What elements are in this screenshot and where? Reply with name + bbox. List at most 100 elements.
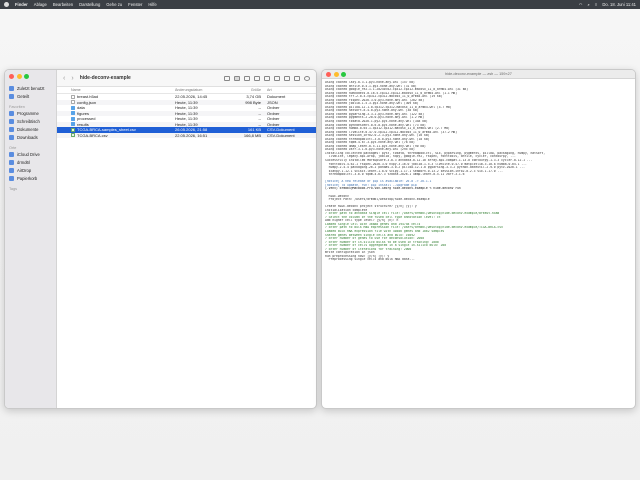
menu-hilfe[interactable]: Hilfe bbox=[148, 2, 156, 7]
file-row[interactable]: results Heute, 11:39 -- Ordner bbox=[57, 121, 316, 127]
file-list: breast.h5ad 22.05.2026, 14:45 3,74 GB Dokum… bbox=[57, 94, 316, 138]
sidebar-heading: Tags bbox=[9, 187, 18, 191]
file-kind: CSV-Dokument bbox=[267, 127, 295, 133]
sidebar-item-icon bbox=[9, 159, 14, 165]
sidebar-item-icon bbox=[9, 118, 14, 124]
file-row[interactable]: processed Heute, 11:39 -- Ordner bbox=[57, 116, 316, 122]
sidebar-item-icon bbox=[9, 110, 14, 116]
menu-fenster[interactable]: Fenster bbox=[128, 2, 142, 7]
list-view-icon[interactable] bbox=[234, 75, 240, 81]
file-date: 22.05.2026, 16:51 bbox=[175, 132, 208, 138]
file-kind: Ordner bbox=[267, 116, 280, 122]
sidebar-item-icon bbox=[9, 175, 14, 181]
sidebar-item-icon bbox=[9, 134, 14, 140]
sidebar-item-label: Downloads bbox=[17, 134, 38, 140]
search-icon[interactable] bbox=[304, 75, 310, 81]
gallery-view-icon[interactable] bbox=[254, 75, 260, 81]
file-row[interactable]: TCGA-BRCA.csv 22.05.2026, 16:51 166,8 MB CS… bbox=[57, 132, 316, 138]
file-row[interactable]: breast.h5ad 22.05.2026, 14:45 3,74 GB Dokum… bbox=[57, 94, 316, 100]
close-button[interactable] bbox=[9, 74, 14, 79]
zoom-button[interactable] bbox=[341, 72, 346, 77]
file-date: 22.05.2026, 14:45 bbox=[175, 94, 208, 100]
file-name-cell: config.json bbox=[57, 100, 175, 105]
file-size: -- bbox=[258, 116, 261, 122]
menubar-clock[interactable]: Do. 18. Juni 11:41 bbox=[602, 2, 636, 7]
sidebar-item[interactable]: Geteilt bbox=[5, 92, 56, 100]
file-name-cell: figures bbox=[57, 111, 175, 116]
file-row[interactable]: config.json Heute, 11:39 998 Byte JSON bbox=[57, 99, 316, 105]
sidebar-item-label: AirDrop bbox=[17, 167, 32, 173]
wifi-icon[interactable]: ◠ bbox=[579, 2, 583, 7]
file-name-cell: TCGA-BRCA.csv bbox=[57, 133, 175, 138]
col-kind[interactable]: Art bbox=[265, 88, 305, 92]
sidebar-item[interactable]: drmd6l bbox=[5, 158, 56, 166]
column-header: Name Änderungsdatum Größe Art bbox=[57, 87, 316, 94]
terminal-window: hide-deconv-example — zsh — 159×27 Using… bbox=[321, 69, 636, 409]
sidebar-item-label: Zuletzt benutzt bbox=[17, 85, 45, 91]
file-icon bbox=[71, 100, 75, 105]
sidebar-item[interactable]: AirDrop bbox=[5, 166, 56, 174]
column-view-icon[interactable] bbox=[244, 75, 250, 81]
sidebar-item[interactable]: Schreibtisch bbox=[5, 117, 56, 125]
sidebar-item-label: Geteilt bbox=[17, 93, 30, 99]
col-size[interactable]: Größe bbox=[235, 88, 265, 92]
folder-icon bbox=[71, 116, 75, 121]
file-row[interactable]: data Heute, 11:39 -- Ordner bbox=[57, 105, 316, 111]
sidebar-item-icon bbox=[9, 167, 14, 173]
back-icon[interactable]: ‹ bbox=[63, 75, 65, 82]
file-date: Heute, 11:39 bbox=[175, 121, 198, 127]
file-size: 166,8 MB bbox=[243, 132, 261, 138]
menu-finder[interactable]: Finder bbox=[15, 2, 28, 7]
group-icon[interactable] bbox=[264, 75, 270, 81]
sidebar-item[interactable]: Dokumente bbox=[5, 125, 56, 133]
sidebar-item-label: Programme bbox=[17, 110, 39, 116]
sidebar-item-icon bbox=[9, 126, 14, 132]
terminal-line: Preprocessing single cells and bulk RNA … bbox=[325, 258, 415, 262]
more-icon[interactable] bbox=[294, 75, 300, 81]
file-name: breast.h5ad bbox=[77, 94, 99, 100]
window-controls bbox=[326, 72, 346, 77]
file-size: 161 KB bbox=[247, 127, 261, 133]
terminal-title: hide-deconv-example — zsh — 159×27 bbox=[445, 72, 512, 76]
sidebar-item[interactable]: Programme bbox=[5, 109, 56, 117]
sidebar-item-icon bbox=[9, 85, 14, 91]
file-kind: Ordner bbox=[267, 121, 280, 127]
forward-icon[interactable]: › bbox=[71, 75, 73, 82]
finder-sidebar: Zuletzt benutzt Geteilt Favoriten Programme… bbox=[5, 70, 57, 408]
apple-icon[interactable] bbox=[4, 2, 9, 7]
sidebar-item[interactable]: iCloud Drive bbox=[5, 150, 56, 158]
file-size: -- bbox=[258, 121, 261, 127]
col-date[interactable]: Änderungsdatum bbox=[175, 88, 235, 92]
close-button[interactable] bbox=[326, 72, 331, 77]
terminal-output[interactable]: Using cached lazy-0.3.1-py3-none-any.whl… bbox=[322, 79, 635, 264]
sidebar-item[interactable]: Papierkorb bbox=[5, 174, 56, 182]
file-name-cell: TCGA-BRCA-samples_sheet.csv bbox=[57, 127, 175, 132]
menu-ablage[interactable]: Ablage bbox=[34, 2, 47, 7]
zoom-button[interactable] bbox=[24, 74, 29, 79]
col-name[interactable]: Name bbox=[57, 88, 175, 92]
file-row[interactable]: figures Heute, 11:39 -- Ordner bbox=[57, 110, 316, 116]
search-icon[interactable]: ⌕ bbox=[588, 2, 590, 7]
minimize-button[interactable] bbox=[16, 74, 22, 79]
file-kind: Ordner bbox=[267, 110, 280, 116]
sidebar-item[interactable]: Zuletzt benutzt bbox=[5, 84, 56, 92]
file-date: Heute, 11:39 bbox=[175, 105, 198, 111]
menu-gehe-zu[interactable]: Gehe zu bbox=[106, 2, 122, 7]
share-icon[interactable] bbox=[274, 75, 280, 81]
sidebar-item[interactable]: Downloads bbox=[5, 133, 56, 141]
control-center-icon[interactable]: ≡ bbox=[595, 2, 597, 7]
menu-bar: Finder Ablage Bearbeiten Darstellung Geh… bbox=[0, 0, 640, 9]
icon-view-icon[interactable] bbox=[224, 75, 230, 81]
file-icon bbox=[71, 94, 75, 99]
tag-icon[interactable] bbox=[284, 75, 290, 81]
sidebar-item-icon bbox=[9, 93, 14, 99]
menu-bearbeiten[interactable]: Bearbeiten bbox=[53, 2, 73, 7]
file-name: figures bbox=[77, 110, 90, 116]
window-controls bbox=[9, 74, 29, 79]
menu-darstellung[interactable]: Darstellung bbox=[79, 2, 100, 7]
folder-icon bbox=[71, 111, 75, 116]
minimize-button[interactable] bbox=[333, 72, 339, 77]
file-row[interactable]: TCGA-BRCA-samples_sheet.csv 26.05.2026, 2… bbox=[57, 127, 316, 133]
file-name: TCGA-BRCA.csv bbox=[77, 132, 108, 138]
file-kind: Ordner bbox=[267, 105, 280, 111]
